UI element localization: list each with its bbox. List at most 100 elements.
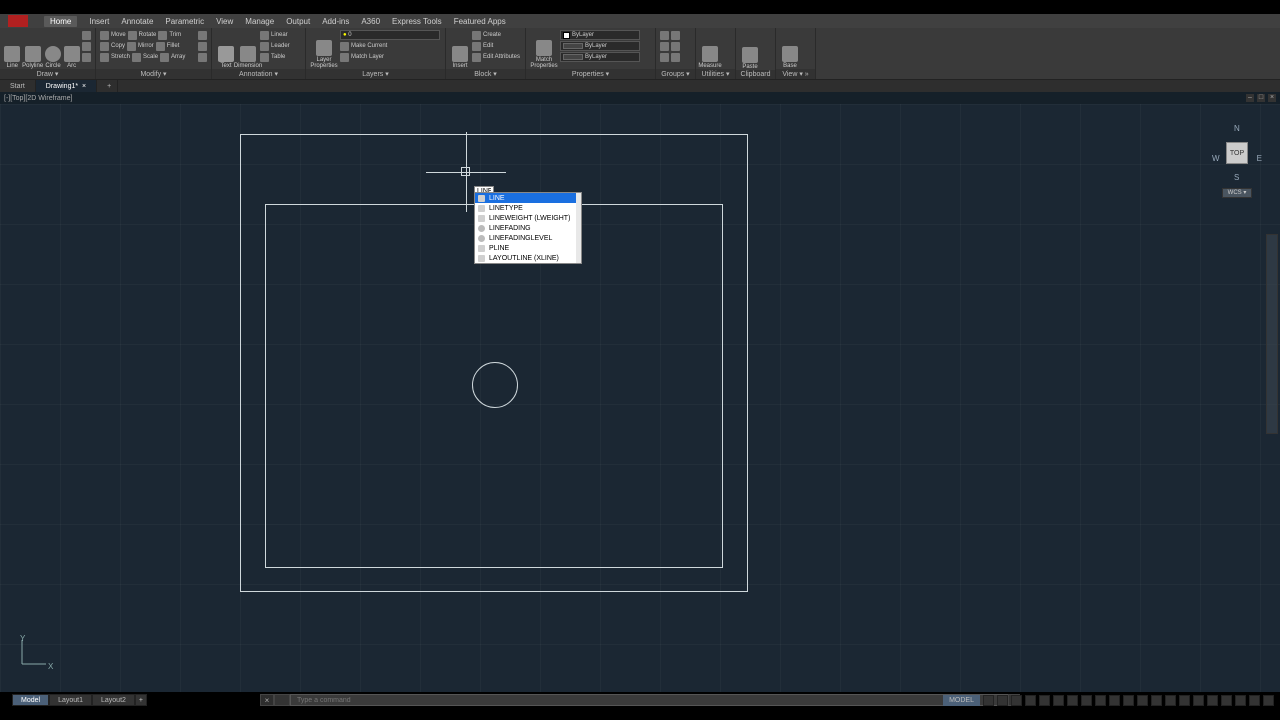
trim-icon[interactable] [158, 31, 167, 40]
extra3-icon[interactable] [660, 42, 669, 51]
panel-title-groups[interactable]: Groups ▾ [656, 69, 695, 79]
status-polar-icon[interactable] [1025, 695, 1036, 706]
menu-tab-a360[interactable]: A360 [361, 17, 380, 26]
panel-title-annotation[interactable]: Annotation ▾ [212, 69, 305, 79]
view-cube[interactable]: N S E W TOP WCS ▾ [1212, 124, 1262, 194]
menu-tab-annotate[interactable]: Annotate [121, 17, 153, 26]
status-snap-icon[interactable] [997, 695, 1008, 706]
lineweight-selector[interactable]: ByLayer [560, 41, 640, 51]
status-customize-icon[interactable] [1263, 695, 1274, 706]
menu-tab-insert[interactable]: Insert [89, 17, 109, 26]
panel-title-layers[interactable]: Layers ▾ [306, 69, 445, 79]
leader-icon[interactable] [260, 42, 269, 51]
panel-title-clipboard[interactable]: Clipboard [736, 70, 775, 79]
extra6-icon[interactable] [671, 53, 680, 62]
autocomplete-scrollbar[interactable] [576, 193, 581, 263]
extra5-icon[interactable] [660, 53, 669, 62]
extra4-icon[interactable] [671, 42, 680, 51]
autocomplete-list[interactable]: LINE LINETYPE LINEWEIGHT (LWEIGHT) LINEF… [474, 192, 582, 264]
menu-tab-home[interactable]: Home [44, 16, 77, 27]
status-model-button[interactable]: MODEL [943, 695, 980, 706]
rect-icon[interactable] [82, 31, 91, 40]
status-units-icon[interactable] [1165, 695, 1176, 706]
status-lock-icon[interactable] [1193, 695, 1204, 706]
copy-icon[interactable] [100, 42, 109, 51]
status-lwt-icon[interactable] [1081, 695, 1092, 706]
autocomplete-item[interactable]: LAYOUTLINE (XLINE) [475, 253, 581, 263]
status-3dosnap-icon[interactable] [1053, 695, 1064, 706]
file-tab-drawing1[interactable]: Drawing1* × [36, 80, 97, 92]
autocomplete-item[interactable]: LINE [475, 193, 581, 203]
erase-icon[interactable] [198, 31, 207, 40]
drawing-canvas[interactable]: LINE LINETYPE LINEWEIGHT (LWEIGHT) LINEF… [0, 104, 1280, 692]
view-cube-face[interactable]: TOP [1226, 142, 1248, 164]
status-isolate-icon[interactable] [1235, 695, 1246, 706]
editblock-icon[interactable] [472, 42, 481, 51]
tool-base[interactable]: Base [780, 30, 800, 69]
linear-icon[interactable] [260, 31, 269, 40]
tool-dimension[interactable]: Dimension [238, 30, 258, 69]
viewport[interactable]: [-][Top][2D Wireframe] – □ × LINE LINETY… [0, 92, 1280, 692]
panel-title-draw[interactable]: Draw ▾ [0, 69, 95, 79]
status-quickprops-icon[interactable] [1179, 695, 1190, 706]
tool-circle[interactable]: Circle [45, 30, 62, 69]
extra2-icon[interactable] [671, 31, 680, 40]
scale-icon[interactable] [132, 53, 141, 62]
array-icon[interactable] [160, 53, 169, 62]
menu-tab-express[interactable]: Express Tools [392, 17, 442, 26]
tool-matchprops[interactable]: Match Properties [530, 30, 558, 69]
stretch-icon[interactable] [100, 53, 109, 62]
view-cube-wcs[interactable]: WCS ▾ [1222, 188, 1252, 198]
editattr-icon[interactable] [472, 53, 481, 62]
status-cycling-icon[interactable] [1109, 695, 1120, 706]
rotate-icon[interactable] [128, 31, 137, 40]
layout-tab-model[interactable]: Model [12, 694, 49, 706]
panel-title-view[interactable]: View ▾ » [776, 69, 815, 79]
status-isoplane-icon[interactable] [1207, 695, 1218, 706]
viewport-label[interactable]: [-][Top][2D Wireframe] [4, 95, 72, 102]
tool-polyline[interactable]: Polyline [23, 30, 43, 69]
status-annoscale-icon[interactable] [1123, 695, 1134, 706]
status-grid-icon[interactable] [983, 695, 994, 706]
panel-title-utilities[interactable]: Utilities ▾ [696, 69, 735, 79]
viewport-close-icon[interactable]: × [1268, 94, 1276, 102]
autocomplete-item[interactable]: LINETYPE [475, 203, 581, 213]
menu-tab-view[interactable]: View [216, 17, 233, 26]
layer-selector[interactable]: ● 0 [340, 30, 440, 40]
command-input[interactable] [290, 694, 1008, 706]
status-transparency-icon[interactable] [1095, 695, 1106, 706]
autocomplete-item[interactable]: LINEFADINGLEVEL [475, 233, 581, 243]
viewport-restore-icon[interactable]: □ [1257, 94, 1265, 102]
cmdline-close-icon[interactable]: × [260, 694, 274, 706]
panel-title-properties[interactable]: Properties ▾ [526, 69, 655, 79]
status-cleanscreen-icon[interactable] [1249, 695, 1260, 706]
move-icon[interactable] [100, 31, 109, 40]
tool-insert[interactable]: Insert [450, 30, 470, 69]
autocomplete-item[interactable]: LINEFADING [475, 223, 581, 233]
layout-tab-layout2[interactable]: Layout2 [92, 694, 135, 706]
makecurrent-icon[interactable] [340, 42, 349, 51]
status-annomonitor-icon[interactable] [1151, 695, 1162, 706]
table-icon[interactable] [260, 53, 269, 62]
linetype-selector[interactable]: ByLayer [560, 52, 640, 62]
autocomplete-item[interactable]: LINEWEIGHT (LWEIGHT) [475, 213, 581, 223]
extra1-icon[interactable] [660, 31, 669, 40]
status-otrack-icon[interactable] [1067, 695, 1078, 706]
create-icon[interactable] [472, 31, 481, 40]
color-selector[interactable]: ByLayer [560, 30, 640, 40]
explode-icon[interactable] [198, 42, 207, 51]
file-tab-new[interactable]: + [97, 80, 118, 92]
menu-tab-output[interactable]: Output [286, 17, 310, 26]
navigation-bar[interactable] [1266, 234, 1278, 434]
menu-tab-addins[interactable]: Add-ins [322, 17, 349, 26]
cmdline-prompt-icon[interactable] [274, 694, 290, 706]
tool-arc[interactable]: Arc [63, 30, 80, 69]
menu-tab-manage[interactable]: Manage [245, 17, 274, 26]
hatch-icon[interactable] [82, 53, 91, 62]
tool-layerprops[interactable]: Layer Properties [310, 30, 338, 69]
ellipse-icon[interactable] [82, 42, 91, 51]
layout-tab-layout1[interactable]: Layout1 [49, 694, 92, 706]
matchlayer-icon[interactable] [340, 53, 349, 62]
status-osnap-icon[interactable] [1039, 695, 1050, 706]
offset-icon[interactable] [198, 53, 207, 62]
